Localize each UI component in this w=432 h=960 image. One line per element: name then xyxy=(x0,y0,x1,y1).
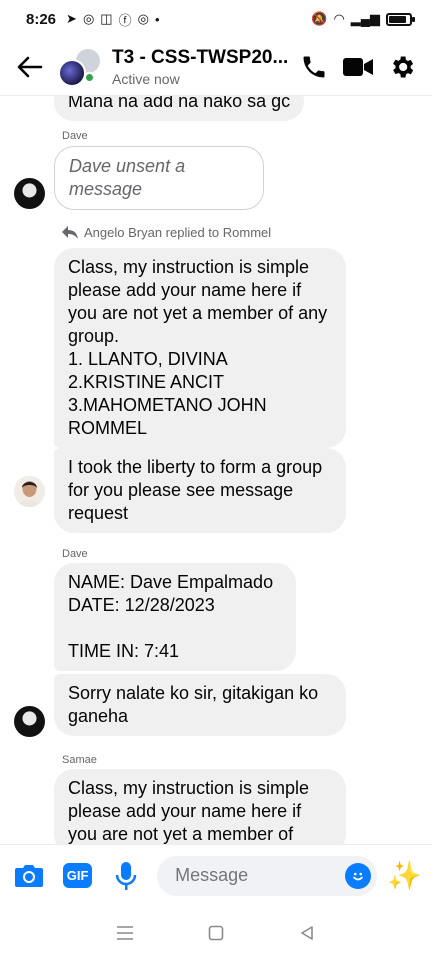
avatar xyxy=(58,58,86,87)
message-bubble[interactable]: Sorry nalate ko sir, gitakigan ko ganeha xyxy=(54,674,346,736)
reply-text: Angelo Bryan replied to Rommel xyxy=(84,225,272,240)
message-composer: GIF ✨ xyxy=(0,844,432,906)
online-indicator xyxy=(84,71,95,83)
chat-title: T3 - CSS-TWSP20... xyxy=(112,46,289,68)
active-status: Active now xyxy=(112,70,180,87)
voice-call-button[interactable] xyxy=(298,51,330,83)
system-icons: 🔕 ◠ ▂▄▆ xyxy=(311,11,415,27)
phone-icon xyxy=(303,56,325,77)
status-time: 8:26 xyxy=(26,10,57,28)
signal-icon: ▂▄▆ xyxy=(350,11,380,26)
instagram-icon: ◫ xyxy=(100,11,113,26)
group-avatar[interactable] xyxy=(56,43,104,91)
home-button[interactable] xyxy=(201,918,231,948)
sender-name: Dave xyxy=(62,548,88,560)
emoji-button[interactable] xyxy=(345,862,372,889)
microphone-icon xyxy=(115,861,137,890)
back-nav-button[interactable] xyxy=(292,918,322,948)
more-dot-icon: • xyxy=(154,11,160,27)
message-list[interactable]: Mana na add na nako sa gc Dave Dave unse… xyxy=(0,96,432,844)
sender-name: Dave xyxy=(62,130,88,142)
gif-icon: GIF xyxy=(62,863,93,888)
smiley-icon xyxy=(353,872,363,880)
gear-icon xyxy=(393,56,414,77)
message-bubble[interactable]: Mana na add na nako sa gc xyxy=(54,96,305,121)
reply-indicator: Angelo Bryan replied to Rommel xyxy=(62,225,271,240)
person-photo xyxy=(14,476,45,507)
menu-icon xyxy=(117,926,134,940)
avatar[interactable] xyxy=(14,706,45,737)
unsent-message-bubble[interactable]: Dave unsent a message xyxy=(54,146,264,210)
message-input-wrapper[interactable] xyxy=(157,855,378,896)
chat-title-block[interactable]: T3 - CSS-TWSP20... Active now xyxy=(112,47,298,87)
triangle-back-icon xyxy=(300,926,313,940)
reply-icon xyxy=(62,226,78,239)
camera-icon xyxy=(15,864,44,887)
voice-message-button[interactable] xyxy=(109,858,143,894)
back-button[interactable] xyxy=(6,43,54,91)
chat-header: T3 - CSS-TWSP20... Active now xyxy=(0,38,432,96)
message-bubble[interactable]: Class, my instruction is simple please a… xyxy=(54,769,346,844)
square-icon xyxy=(208,925,224,941)
messenger-icon: ◎ xyxy=(137,11,149,26)
video-call-button[interactable] xyxy=(342,51,374,83)
gif-button[interactable]: GIF xyxy=(60,858,94,894)
avatar[interactable] xyxy=(14,178,45,209)
video-camera-icon xyxy=(343,57,373,76)
message-bubble[interactable]: I took the liberty to form a group for y… xyxy=(54,448,346,533)
sparkle-icon[interactable]: ✨ xyxy=(387,859,422,892)
avatar[interactable] xyxy=(14,476,45,507)
system-navigation-bar xyxy=(0,906,432,960)
facebook-icon: ⓕ xyxy=(118,12,132,28)
settings-button[interactable] xyxy=(386,51,418,83)
menu-button[interactable] xyxy=(110,918,140,948)
battery-icon xyxy=(386,12,415,26)
messenger-icon: ◎ xyxy=(82,11,95,26)
mute-icon: 🔕 xyxy=(311,11,328,26)
message-bubble[interactable]: NAME: Dave Empalmado DATE: 12/28/2023 TI… xyxy=(54,563,296,671)
camera-button[interactable] xyxy=(12,858,46,894)
arrow-left-icon xyxy=(17,56,43,77)
wifi-icon: ◠ xyxy=(333,11,345,26)
notification-icons: ➤ ◎ ◫ ⓕ ◎ • xyxy=(66,10,159,29)
message-bubble[interactable]: Class, my instruction is simple please a… xyxy=(54,248,346,448)
sender-name: Samae xyxy=(62,754,97,766)
status-bar: 8:26 ➤ ◎ ◫ ⓕ ◎ • 🔕 ◠ ▂▄▆ xyxy=(0,0,432,38)
telegram-icon: ➤ xyxy=(66,11,77,26)
message-input[interactable] xyxy=(175,865,346,886)
